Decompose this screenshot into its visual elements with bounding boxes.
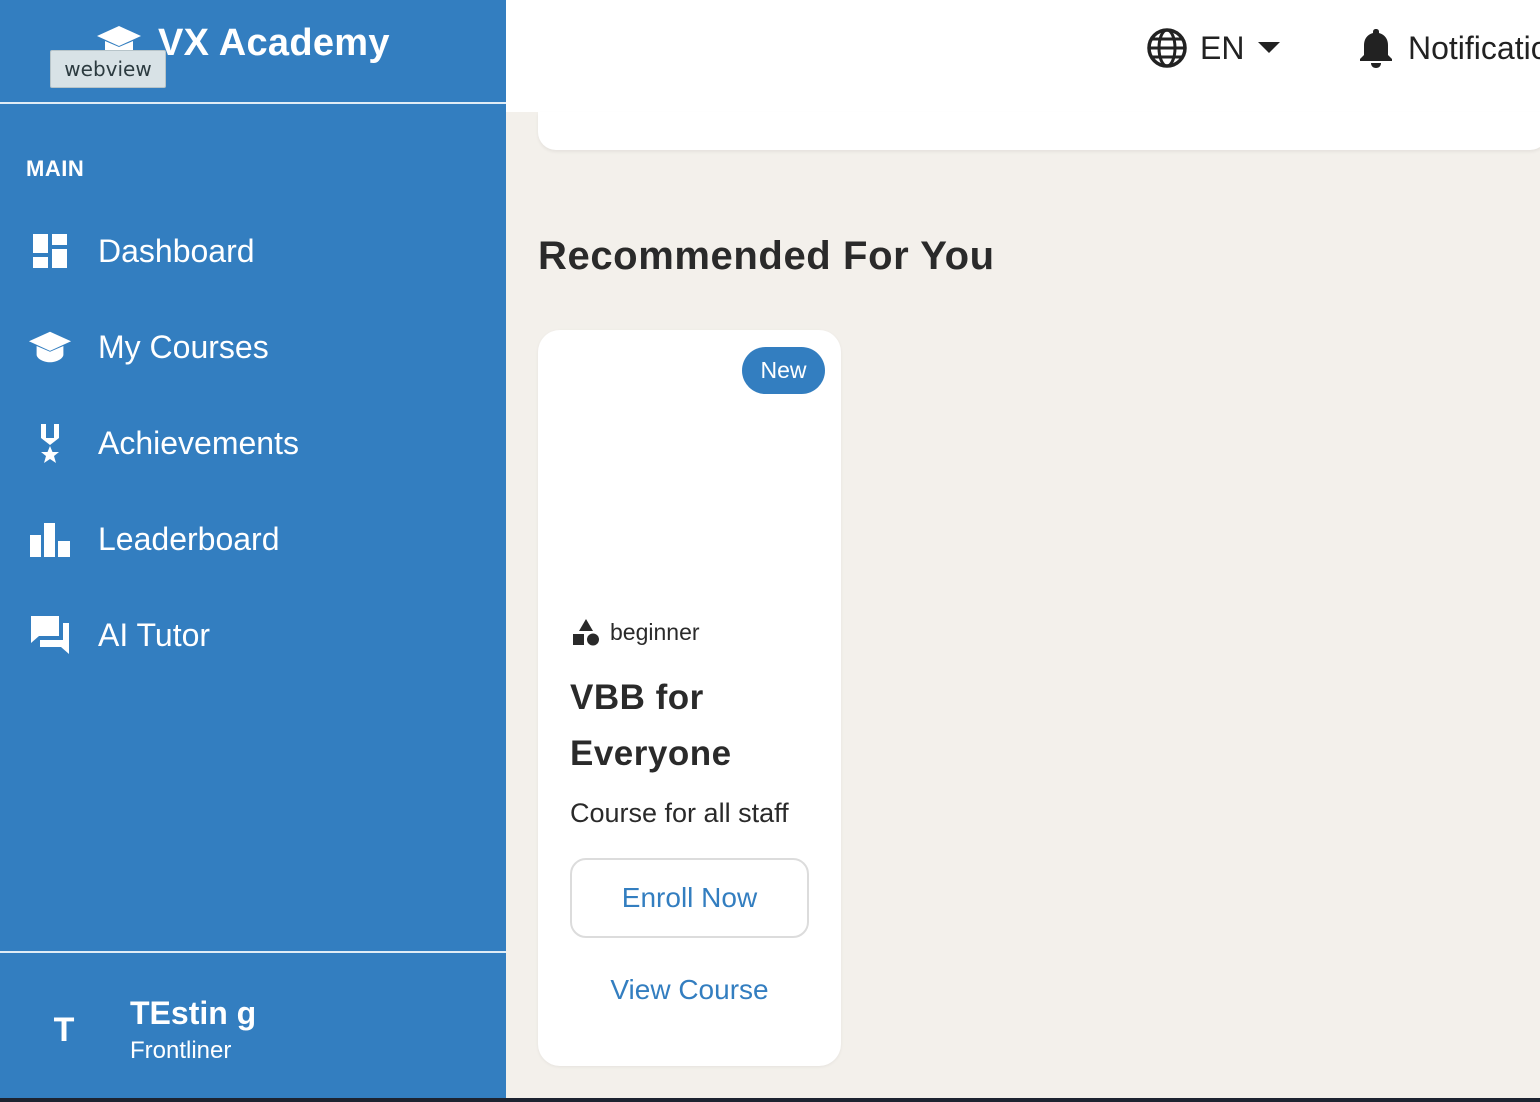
top-header: EN Notifications	[506, 0, 1540, 112]
course-title: VBB for Everyone	[570, 678, 732, 773]
course-card: New beginner VBB for Everyone Course for…	[538, 330, 841, 1066]
notifications-label: Notifications	[1408, 29, 1540, 66]
dashboard-icon	[28, 229, 72, 273]
sidebar-item-dashboard[interactable]: Dashboard	[0, 215, 506, 287]
sidebar-item-label: Leaderboard	[98, 520, 280, 557]
language-label: EN	[1200, 29, 1245, 66]
bell-icon	[1360, 29, 1392, 68]
course-description: Course for all staff	[570, 798, 789, 828]
caret-down-icon	[1258, 42, 1281, 53]
section-label-main: MAIN	[26, 156, 85, 181]
user-profile[interactable]: T TEstin g Frontliner	[0, 951, 506, 1098]
shapes-icon	[573, 619, 599, 646]
avatar: T	[53, 1010, 75, 1049]
sidebar-item-ai-tutor[interactable]: AI Tutor	[0, 599, 506, 671]
recommended-heading: Recommended For You	[538, 234, 995, 278]
sidebar-item-achievements[interactable]: Achievements	[0, 407, 506, 479]
user-name: TEstin g	[130, 995, 257, 1031]
course-level: beginner	[572, 618, 700, 646]
sidebar-item-my-courses[interactable]: My Courses	[0, 311, 506, 383]
globe-icon	[1147, 28, 1187, 68]
user-role: Frontliner	[130, 1037, 232, 1064]
sidebar-item-label: Achievements	[98, 424, 299, 461]
chat-icon	[28, 613, 72, 657]
sidebar: VX Academy webview MAIN Dashboard My Cou…	[0, 0, 506, 1098]
level-label: beginner	[610, 618, 700, 645]
medal-icon	[28, 421, 72, 465]
language-selector[interactable]: EN	[1146, 26, 1281, 70]
brand-header: VX Academy webview	[0, 0, 506, 104]
new-badge: New	[742, 347, 825, 394]
graduation-cap-icon	[28, 325, 72, 369]
previous-section-card	[538, 112, 1540, 150]
brand-title: VX Academy	[158, 22, 390, 64]
view-course-link[interactable]: View Course	[570, 974, 809, 1006]
bottom-edge	[0, 1098, 1540, 1102]
webview-tooltip: webview	[50, 50, 166, 88]
notifications-button[interactable]: Notifications	[1358, 26, 1540, 70]
sidebar-item-label: AI Tutor	[98, 616, 211, 653]
sidebar-item-label: Dashboard	[98, 232, 255, 269]
sidebar-item-label: My Courses	[98, 328, 269, 365]
enroll-now-button[interactable]: Enroll Now	[570, 858, 809, 938]
bar-chart-icon	[28, 517, 72, 561]
sidebar-item-leaderboard[interactable]: Leaderboard	[0, 503, 506, 575]
